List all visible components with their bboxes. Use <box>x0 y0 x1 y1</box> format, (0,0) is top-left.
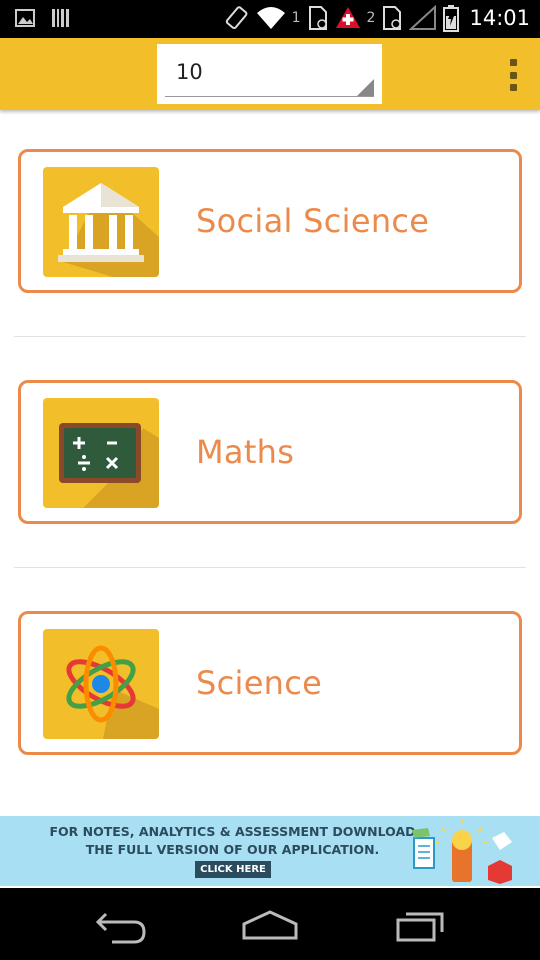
subject-label: Social Science <box>196 202 430 240</box>
overflow-dot <box>509 59 517 66</box>
chalkboard-math-icon <box>43 398 159 508</box>
battery-icon <box>443 5 460 32</box>
clock: 14:01 <box>469 6 530 30</box>
atom-icon <box>43 629 159 739</box>
divider <box>14 336 526 337</box>
back-button[interactable] <box>90 902 150 946</box>
status-bar: 1 2 14:01 <box>0 0 540 38</box>
home-button[interactable] <box>240 902 300 946</box>
ad-click-here-button[interactable]: CLICK HERE <box>195 861 271 878</box>
ad-text-line1: FOR NOTES, ANALYTICS & ASSESSMENT DOWNLO… <box>49 824 416 839</box>
subject-card-science[interactable]: Science <box>18 611 522 755</box>
signal-icon <box>409 5 437 30</box>
sim-icon <box>308 6 327 30</box>
image-icon <box>15 9 35 27</box>
wifi-icon <box>256 7 285 29</box>
class-select[interactable]: 10 <box>157 44 382 104</box>
overflow-menu-button[interactable] <box>508 59 518 91</box>
class-select-value: 10 <box>176 60 203 84</box>
overflow-dot <box>509 71 517 79</box>
system-icons: 1 2 14:01 <box>224 4 530 32</box>
dropdown-triangle-icon <box>357 79 374 96</box>
sim1-number: 1 <box>291 10 301 26</box>
subject-card-social-science[interactable]: Social Science <box>18 149 522 293</box>
divider <box>14 567 526 568</box>
sim2-number: 2 <box>366 10 376 26</box>
bank-building-icon <box>43 167 159 277</box>
barcode-icon <box>52 9 69 27</box>
notification-icons <box>14 7 72 29</box>
ad-text-line2: THE FULL VERSION OF OUR APPLICATION. <box>85 842 380 857</box>
app-toolbar: 10 <box>0 38 540 110</box>
alert-icon <box>335 7 360 28</box>
recent-apps-button[interactable] <box>392 902 452 946</box>
navigation-bar <box>0 888 540 960</box>
subject-label: Science <box>196 664 323 702</box>
overflow-dot <box>509 84 517 91</box>
rotate-icon <box>225 6 248 30</box>
subject-label: Maths <box>196 433 295 471</box>
ad-banner[interactable]: FOR NOTES, ANALYTICS & ASSESSMENT DOWNLO… <box>0 816 540 886</box>
subject-card-maths[interactable]: Maths <box>18 380 522 524</box>
sim-icon <box>383 6 402 30</box>
spinner-underline <box>165 96 374 97</box>
ad-illustration-icon <box>412 820 512 884</box>
